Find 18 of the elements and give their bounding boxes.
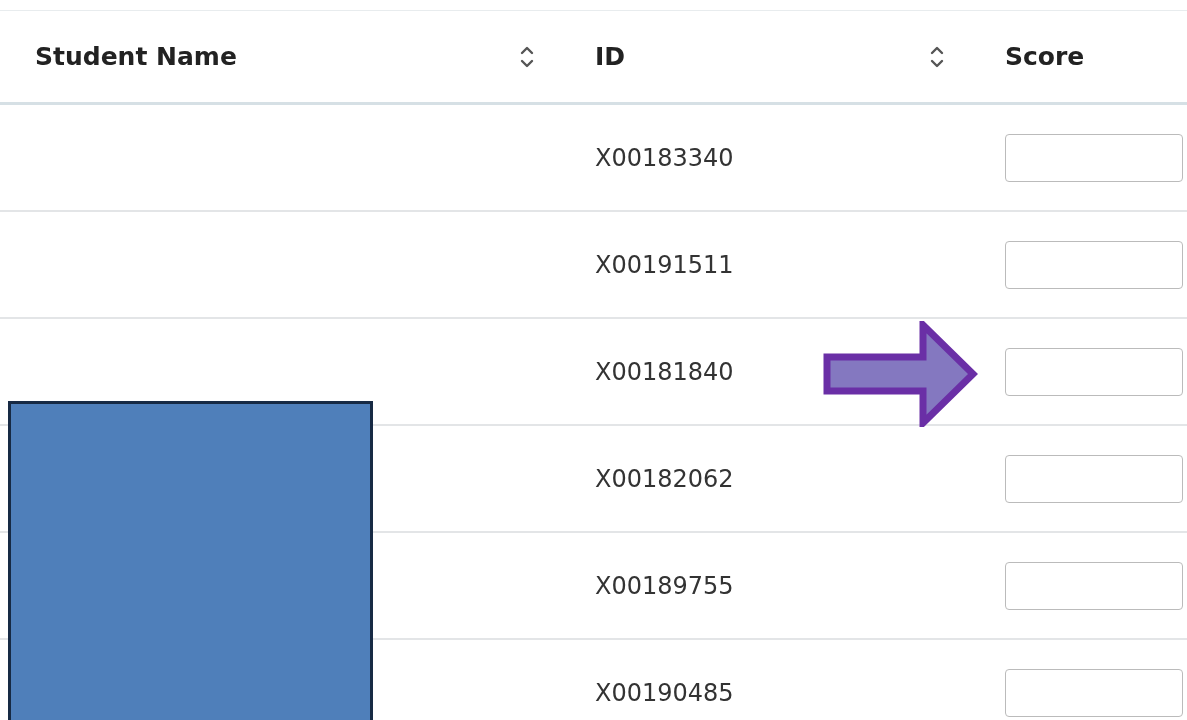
table-cell: X00182062	[595, 464, 734, 493]
table-cell: X00191511	[595, 250, 734, 279]
table-cell: X00181840	[595, 357, 734, 386]
arrow-icon	[823, 321, 979, 427]
score-field[interactable]	[1005, 347, 1183, 396]
column-header[interactable]: ID	[595, 42, 626, 71]
sort-icon[interactable]	[930, 44, 944, 69]
score-field[interactable]	[1005, 668, 1183, 717]
table-cell: X00183340	[595, 143, 734, 172]
score-field[interactable]	[1005, 561, 1183, 610]
column-header[interactable]: Score	[1005, 42, 1085, 71]
sort-icon[interactable]	[520, 44, 534, 69]
score-field[interactable]	[1005, 454, 1183, 503]
table-cell: X00190485	[595, 678, 734, 707]
score-field[interactable]	[1005, 133, 1183, 182]
column-header[interactable]: Student Name	[35, 42, 237, 71]
table-cell: X00189755	[595, 571, 734, 600]
score-field[interactable]	[1005, 240, 1183, 289]
